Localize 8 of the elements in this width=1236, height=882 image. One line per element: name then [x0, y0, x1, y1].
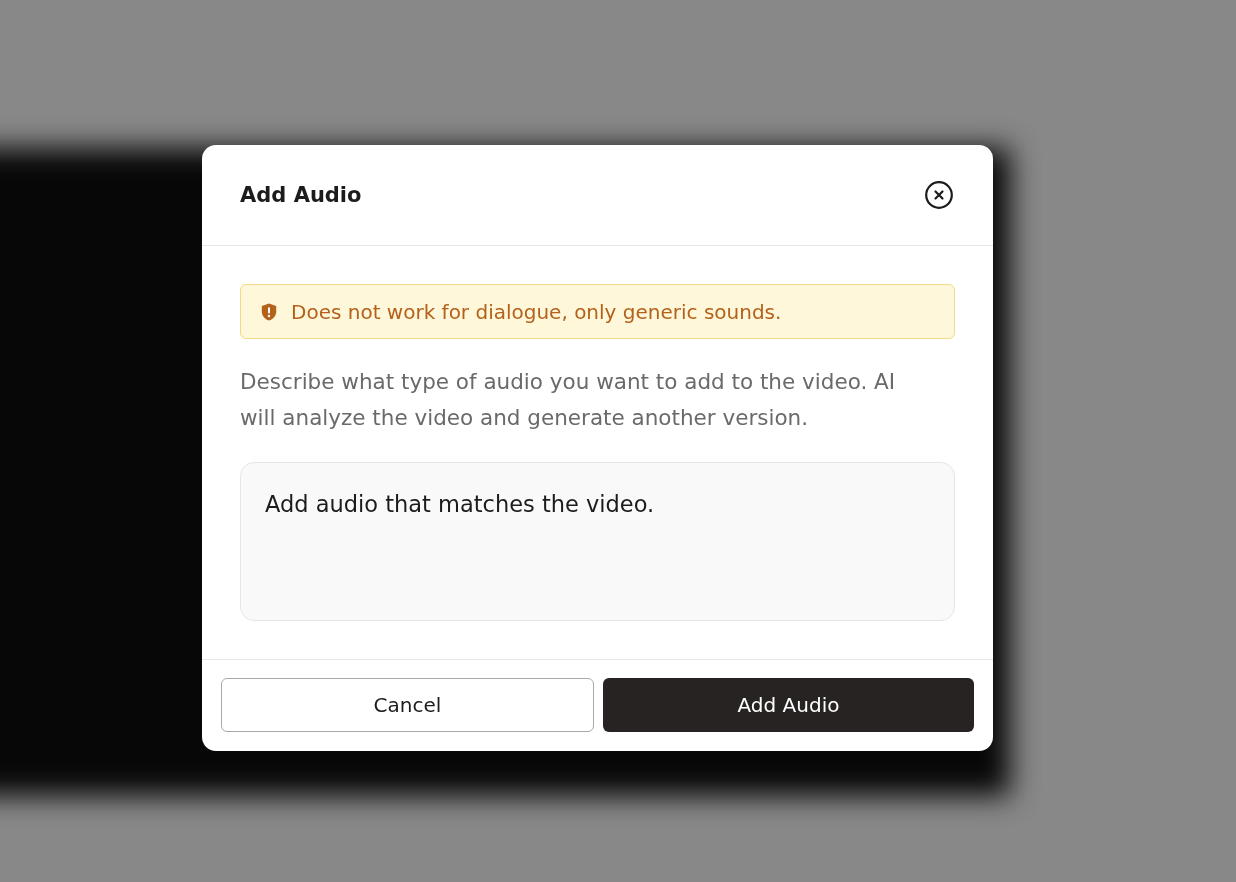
confirm-button[interactable]: Add Audio: [603, 678, 974, 732]
shield-alert-icon: [261, 302, 277, 321]
close-icon[interactable]: [925, 181, 953, 209]
warning-text: Does not work for dialogue, only generic sounds.: [291, 299, 782, 324]
cancel-button[interactable]: Cancel: [221, 678, 594, 732]
dialog-title: Add Audio: [240, 183, 362, 207]
prompt-field[interactable]: Add audio that matches the video.: [240, 462, 955, 621]
description-text: Describe what type of audio you want to add to the video. AI will analyze the video and generate another version.: [240, 368, 897, 432]
